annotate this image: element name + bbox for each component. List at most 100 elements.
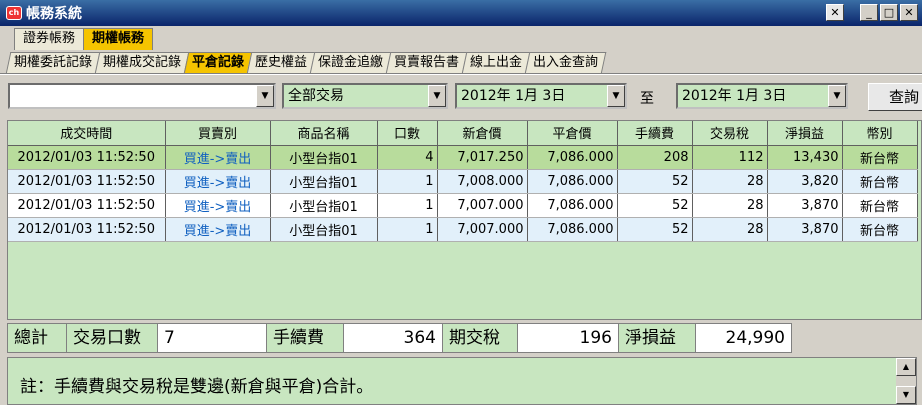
tab-margin-call[interactable]: 保證金追繳 [309,52,392,74]
end-date-value: 2012年 1月 3日 [682,88,787,104]
summary-pnl-value: 24,990 [695,323,792,353]
tab-history-equity[interactable]: 歷史權益 [246,52,316,74]
summary-fee-value: 364 [343,323,443,353]
app-icon: ch [6,6,22,20]
cell-time: 2012/01/03 11:52:50 [8,217,166,242]
cell-net-pnl: 13,430 [767,145,843,170]
summary-lots-label: 交易口數 [66,323,158,353]
cell-net-pnl: 3,870 [767,217,843,242]
chevron-down-icon[interactable]: ▼ [256,85,274,107]
cell-currency: 新台幣 [842,193,918,218]
scroll-up-icon[interactable]: ▲ [896,358,916,376]
cell-product: 小型台指01 [270,145,378,170]
cell-tax: 28 [692,169,768,194]
col-header-side[interactable]: 買賣別 [165,121,271,146]
cell-product: 小型台指01 [270,217,378,242]
cell-net-pnl: 3,870 [767,193,843,218]
table-row[interactable]: 2012/01/03 11:52:50 買進->賣出 小型台指01 4 7,01… [8,145,918,170]
table-row[interactable]: 2012/01/03 11:52:50 買進->賣出 小型台指01 1 7,00… [8,193,918,218]
cell-open-price: 7,008.000 [437,169,528,194]
cell-fee: 208 [617,145,693,170]
account-select[interactable]: ▼ [8,83,276,109]
note-scrollbar[interactable]: ▲ ▼ [896,358,916,404]
cell-close-price: 7,086.000 [527,169,618,194]
chevron-down-icon[interactable]: ▼ [607,85,625,107]
summary-pnl-label: 淨損益 [618,323,696,353]
cell-side: 買進->賣出 [165,193,271,218]
col-header-currency[interactable]: 幣別 [842,121,918,146]
sub-tabs: 期權委託記錄 期權成交記錄 平倉記錄 歷史權益 保證金追繳 買賣報告書 線上出金… [5,52,607,74]
chevron-down-icon[interactable]: ▼ [828,85,846,107]
cell-net-pnl: 3,820 [767,169,843,194]
cell-lots: 1 [377,169,438,194]
filter-toolbar: ▼ 全部交易 ▼ 2012年 1月 3日 ▼ 至 2012年 1月 3日 ▼ 查… [0,80,922,114]
cell-tax: 28 [692,217,768,242]
start-date-value: 2012年 1月 3日 [461,88,566,104]
cell-side: 買進->賣出 [165,145,271,170]
cell-time: 2012/01/03 11:52:50 [8,145,166,170]
col-header-lots[interactable]: 口數 [377,121,438,146]
tab-fill-records[interactable]: 期權成交記錄 [94,52,190,74]
summary-bar: 總計 交易口數 7 手續費 364 期交稅 196 淨損益 24,990 [7,323,792,353]
end-date-picker[interactable]: 2012年 1月 3日 ▼ [676,83,848,109]
cell-open-price: 7,007.000 [437,217,528,242]
main-tabs: 證券帳務 期權帳務 [14,28,154,50]
summary-fee-label: 手續費 [266,323,344,353]
table-header: 成交時間 買賣別 商品名稱 口數 新倉價 平倉價 手續費 交易稅 淨損益 幣別 [8,121,918,146]
col-header-net-pnl[interactable]: 淨損益 [767,121,843,146]
summary-lots-value: 7 [157,323,267,353]
tab-order-records[interactable]: 期權委託記錄 [5,52,101,74]
close-button[interactable]: ✕ [900,4,918,21]
cell-fee: 52 [617,193,693,218]
cell-open-price: 7,017.250 [437,145,528,170]
cell-side: 買進->賣出 [165,169,271,194]
trade-type-value: 全部交易 [288,88,344,104]
col-header-time[interactable]: 成交時間 [8,121,166,146]
summary-tax-label: 期交稅 [442,323,518,353]
query-button[interactable]: 查詢 [868,83,922,111]
summary-total-label: 總計 [7,323,67,353]
scroll-down-icon[interactable]: ▼ [896,386,916,404]
tab-close-records[interactable]: 平倉記錄 [183,52,253,74]
cell-currency: 新台幣 [842,169,918,194]
cell-side: 買進->賣出 [165,217,271,242]
tab-futures-options[interactable]: 期權帳務 [83,28,154,50]
maximize-button[interactable]: □ [880,4,898,21]
tab-securities[interactable]: 證券帳務 [14,28,85,50]
cell-tax: 112 [692,145,768,170]
note-text: 註：手續費與交易稅是雙邊(新倉與平倉)合計。 [20,377,374,397]
cell-lots: 4 [377,145,438,170]
cell-fee: 52 [617,169,693,194]
close-records-table: 成交時間 買賣別 商品名稱 口數 新倉價 平倉價 手續費 交易稅 淨損益 幣別 … [7,120,922,320]
table-row[interactable]: 2012/01/03 11:52:50 買進->賣出 小型台指01 1 7,00… [8,217,918,242]
cell-product: 小型台指01 [270,169,378,194]
cell-currency: 新台幣 [842,217,918,242]
cell-time: 2012/01/03 11:52:50 [8,193,166,218]
cell-lots: 1 [377,193,438,218]
col-header-fee[interactable]: 手續費 [617,121,693,146]
tab-online-withdrawal[interactable]: 線上出金 [461,52,531,74]
table-row[interactable]: 2012/01/03 11:52:50 買進->賣出 小型台指01 1 7,00… [8,169,918,194]
cell-close-price: 7,086.000 [527,145,618,170]
cell-product: 小型台指01 [270,193,378,218]
col-header-close-price[interactable]: 平倉價 [527,121,618,146]
date-range-to-label: 至 [640,91,654,107]
summary-tax-value: 196 [517,323,619,353]
pin-icon[interactable]: ✕ [826,4,844,21]
cell-tax: 28 [692,193,768,218]
trade-type-select[interactable]: 全部交易 ▼ [282,83,448,109]
cell-lots: 1 [377,217,438,242]
cell-open-price: 7,007.000 [437,193,528,218]
col-header-product[interactable]: 商品名稱 [270,121,378,146]
minimize-button[interactable]: _ [860,4,878,21]
title-bar: ch 帳務系統 ✕ _ □ ✕ [0,0,922,26]
col-header-tax[interactable]: 交易稅 [692,121,768,146]
tab-trade-report[interactable]: 買賣報告書 [385,52,468,74]
cell-time: 2012/01/03 11:52:50 [8,169,166,194]
tab-divider [0,73,922,75]
tab-fund-inquiry[interactable]: 出入金查詢 [524,52,607,74]
col-header-open-price[interactable]: 新倉價 [437,121,528,146]
start-date-picker[interactable]: 2012年 1月 3日 ▼ [455,83,627,109]
cell-close-price: 7,086.000 [527,217,618,242]
chevron-down-icon[interactable]: ▼ [428,85,446,107]
